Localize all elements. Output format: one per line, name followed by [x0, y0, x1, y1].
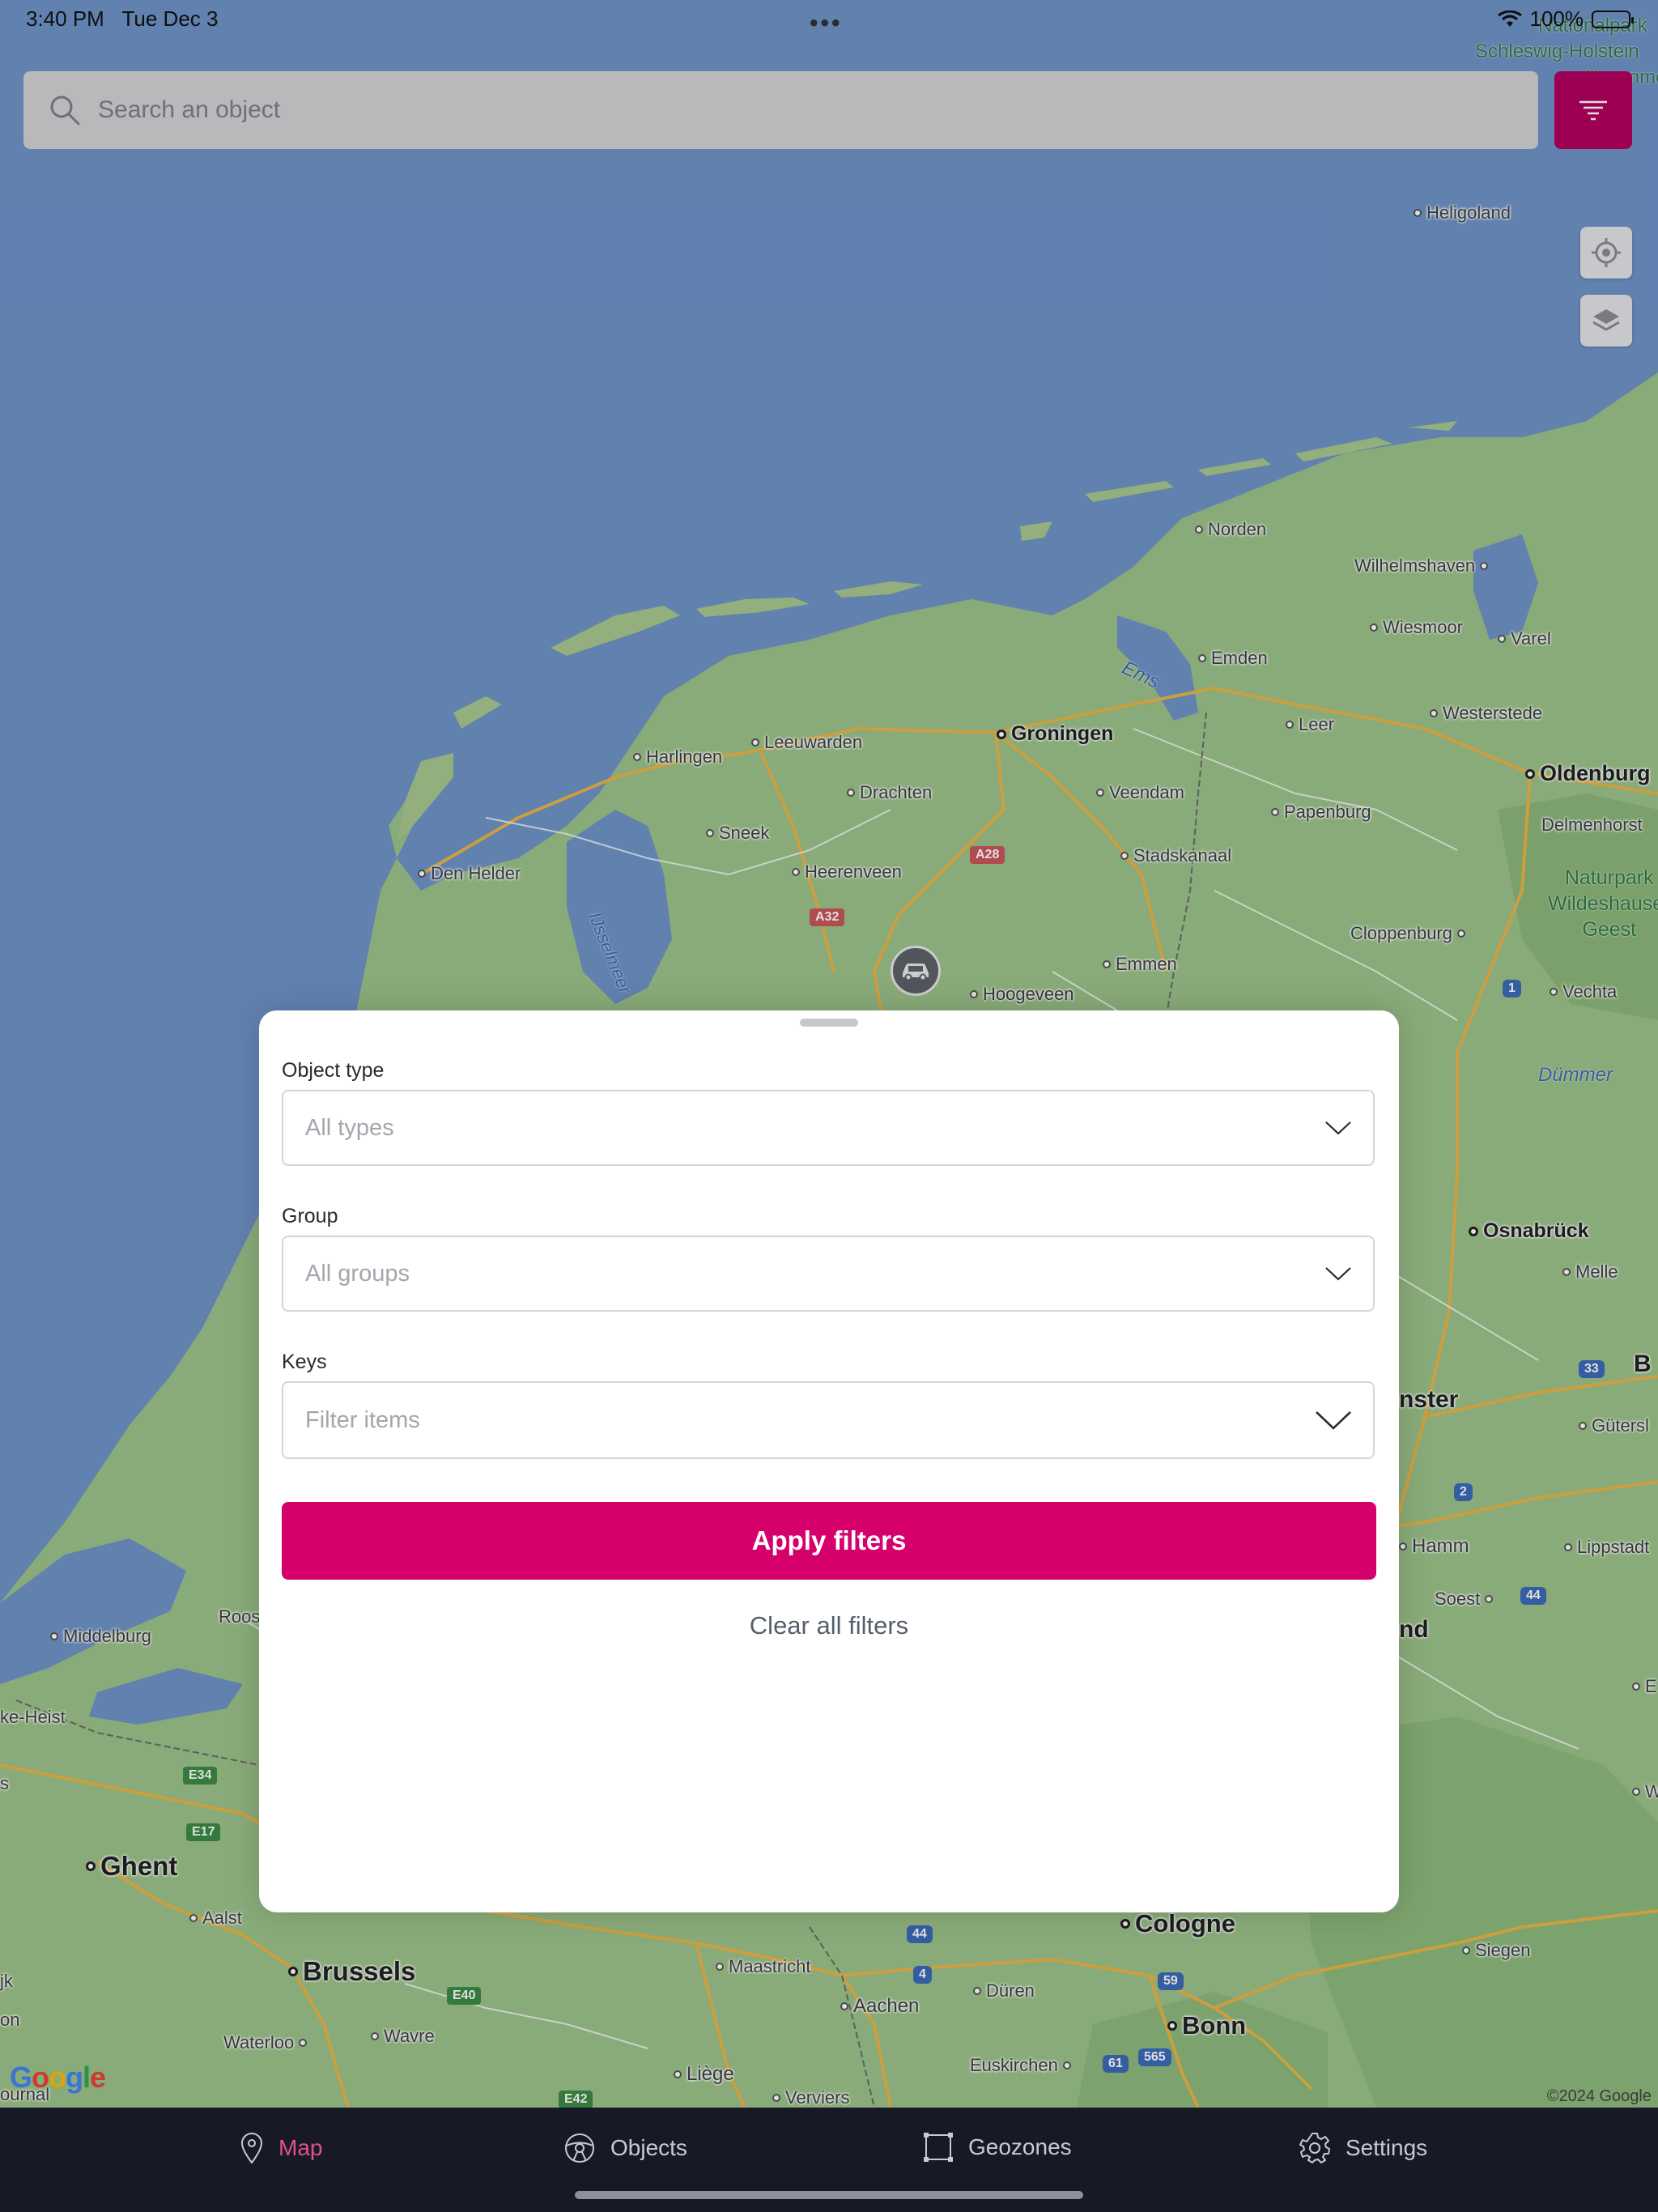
tab-map-label: Map — [278, 2135, 323, 2160]
chevron-down-icon — [1316, 1411, 1351, 1430]
home-indicator[interactable] — [575, 2191, 1083, 2199]
keys-placeholder: Filter items — [305, 1406, 420, 1433]
filter-sheet: Object type All types Group All groups K… — [259, 1010, 1399, 1912]
chevron-down-icon — [1325, 1267, 1351, 1281]
tab-objects-label: Objects — [610, 2135, 687, 2160]
group-label: Group — [282, 1205, 338, 1227]
tab-settings[interactable]: Settings — [1299, 2132, 1427, 2164]
sheet-drag-handle[interactable] — [800, 1019, 858, 1027]
clear-filters-button[interactable]: Clear all filters — [259, 1611, 1399, 1640]
apply-filters-button[interactable]: Apply filters — [282, 1502, 1376, 1580]
tab-map[interactable]: Map — [240, 2132, 322, 2164]
tab-geozones-label: Geozones — [968, 2134, 1072, 2159]
geozone-icon — [924, 2133, 953, 2162]
chevron-down-icon — [1325, 1121, 1351, 1135]
gear-icon — [1299, 2133, 1330, 2163]
keys-select[interactable]: Filter items — [282, 1381, 1375, 1459]
tab-settings-label: Settings — [1346, 2135, 1428, 2160]
group-placeholder: All groups — [305, 1260, 410, 1287]
group-select[interactable]: All groups — [282, 1236, 1375, 1312]
object-type-placeholder: All types — [305, 1114, 394, 1141]
map-pin-icon — [240, 2133, 263, 2164]
object-type-label: Object type — [282, 1059, 385, 1082]
object-type-select[interactable]: All types — [282, 1090, 1375, 1166]
steering-wheel-icon — [565, 2133, 594, 2163]
tab-geozones[interactable]: Geozones — [923, 2132, 1072, 2163]
keys-label: Keys — [282, 1351, 327, 1373]
tab-objects[interactable]: Objects — [563, 2132, 687, 2164]
